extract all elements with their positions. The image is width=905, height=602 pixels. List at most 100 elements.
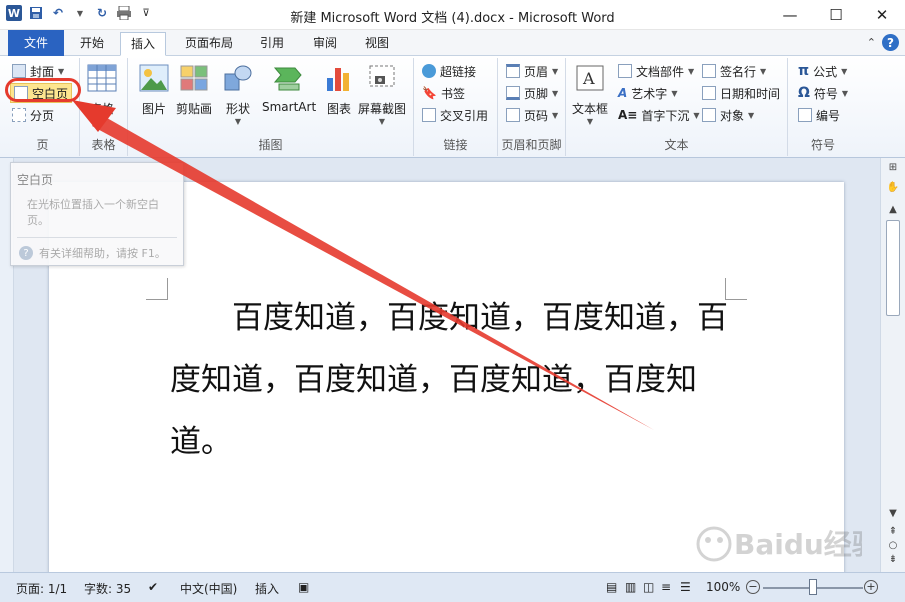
- cross-reference-button[interactable]: 交叉引用: [422, 105, 488, 125]
- group-label-tables: 表格: [91, 138, 116, 152]
- crop-mark-top-left: [146, 278, 168, 300]
- word-count[interactable]: 字数: 35: [84, 580, 131, 597]
- textbox-button[interactable]: A 文本框 ▼: [572, 62, 608, 126]
- shapes-button[interactable]: 形状 ▼: [222, 62, 254, 126]
- page-number-button[interactable]: 页码 ▼: [506, 105, 558, 125]
- collapse-ribbon-icon[interactable]: ⌃: [867, 36, 876, 49]
- ribbon-tabs: 文件 开始 插入 页面布局 引用 审阅 视图 ⌃ ?: [0, 30, 905, 56]
- blank-page-tooltip: 空白页 在光标位置插入一个新空白页。 ? 有关详细帮助，请按 F1。: [10, 162, 184, 266]
- tab-view[interactable]: 视图: [355, 32, 399, 56]
- scrollbar-thumb[interactable]: [886, 220, 900, 316]
- zoom-level[interactable]: 100%: [706, 580, 740, 594]
- numbering-icon: [798, 108, 812, 122]
- equation-button[interactable]: π 公式 ▼: [798, 61, 847, 81]
- chevron-down-icon: ▼: [586, 117, 594, 126]
- language-indicator[interactable]: 中文(中国): [180, 580, 237, 597]
- tab-home[interactable]: 开始: [70, 32, 114, 56]
- chevron-down-icon: ▼: [552, 66, 559, 76]
- footer-icon: [506, 86, 520, 100]
- dropcap-button[interactable]: A≡ 首字下沉 ▼: [618, 105, 700, 125]
- screenshot-button[interactable]: 屏幕截图 ▼: [358, 62, 406, 126]
- pi-icon: π: [798, 63, 810, 79]
- group-label-text: 文本: [664, 138, 689, 152]
- group-illustrations: 图片 剪贴画 形状 ▼ SmartArt 图表 屏幕截图 ▼ 插图: [128, 58, 414, 156]
- zoom-slider-handle[interactable]: [809, 579, 817, 595]
- group-links: 超链接 🔖 书签 交叉引用 链接: [414, 58, 498, 156]
- numbering-button[interactable]: 编号: [798, 105, 840, 125]
- object-button[interactable]: 对象 ▼: [702, 105, 754, 125]
- web-layout-icon[interactable]: ◫: [643, 580, 654, 594]
- chart-button[interactable]: 图表: [323, 62, 355, 117]
- screenshot-icon: [366, 62, 398, 94]
- tab-file[interactable]: 文件: [8, 30, 64, 56]
- clipart-button[interactable]: 剪贴画: [176, 62, 212, 117]
- next-page-icon[interactable]: ⇟: [885, 554, 901, 565]
- shapes-icon: [222, 62, 254, 94]
- cover-page-button[interactable]: 封面 ▼: [12, 61, 64, 81]
- macro-record-icon[interactable]: ▣: [298, 580, 309, 594]
- hand-icon[interactable]: ✋: [885, 182, 901, 193]
- cover-page-icon: [12, 64, 26, 78]
- tab-page-layout[interactable]: 页面布局: [175, 32, 243, 56]
- maximize-button[interactable]: ☐: [813, 0, 859, 30]
- table-icon: [86, 62, 118, 94]
- page-number-icon: [506, 108, 520, 122]
- table-button[interactable]: 表格 ▼: [86, 62, 118, 126]
- insert-mode-indicator[interactable]: 插入: [255, 580, 279, 597]
- browse-object-icon[interactable]: ○: [885, 540, 901, 551]
- zoom-in-icon[interactable]: +: [864, 580, 878, 594]
- ruler-toggle-icon[interactable]: ⊞: [885, 162, 901, 173]
- tab-insert[interactable]: 插入: [120, 32, 167, 56]
- help-icon[interactable]: ?: [882, 34, 899, 51]
- date-time-button[interactable]: 日期和时间: [702, 83, 780, 103]
- group-pages: 封面 ▼ 空白页 分页 页: [6, 58, 80, 156]
- scroll-down-arrow-icon[interactable]: ▼: [885, 508, 901, 519]
- print-layout-view-icon[interactable]: ▤: [606, 580, 617, 594]
- quick-parts-button[interactable]: 文档部件 ▼: [618, 61, 694, 81]
- chevron-down-icon: ▼: [760, 66, 767, 76]
- tooltip-help: ? 有关详细帮助，请按 F1。: [19, 245, 166, 261]
- header-icon: [506, 64, 520, 78]
- symbol-button[interactable]: Ω 符号 ▼: [798, 83, 848, 103]
- document-body-text[interactable]: 百度知道，百度知道，百度知道，百度知道，百度知道，百度知道，百度知道。: [170, 287, 730, 473]
- outline-view-icon[interactable]: ≡: [661, 580, 671, 594]
- blank-page-button[interactable]: 空白页: [10, 83, 73, 103]
- quick-parts-icon: [618, 64, 632, 78]
- clipart-icon: [178, 62, 210, 94]
- tab-references[interactable]: 引用: [250, 32, 294, 56]
- page-count[interactable]: 页面: 1/1: [16, 580, 67, 597]
- chevron-down-icon: ▼: [378, 117, 386, 126]
- wordart-button[interactable]: A 艺术字 ▼: [618, 83, 677, 103]
- tooltip-divider: [17, 237, 177, 238]
- group-label-links: 链接: [443, 138, 468, 152]
- group-symbols: π 公式 ▼ Ω 符号 ▼ 编号 符号: [788, 58, 858, 156]
- globe-link-icon: [422, 64, 436, 78]
- previous-page-icon[interactable]: ⇞: [885, 526, 901, 537]
- zoom-out-icon[interactable]: −: [746, 580, 760, 594]
- minimize-button[interactable]: —: [767, 0, 813, 30]
- tooltip-description: 在光标位置插入一个新空白页。: [27, 198, 159, 227]
- page-break-button[interactable]: 分页: [12, 105, 54, 125]
- full-screen-reading-icon[interactable]: ▥: [625, 580, 636, 594]
- smartart-icon: [273, 62, 305, 94]
- picture-button[interactable]: 图片: [138, 62, 170, 117]
- chevron-down-icon: ▼: [841, 88, 849, 98]
- header-button[interactable]: 页眉 ▼: [506, 61, 558, 81]
- tab-review[interactable]: 审阅: [303, 32, 347, 56]
- chevron-down-icon: ▼: [552, 110, 559, 120]
- title-bar: W ↶ ▼ ↻ ⊽ 新建 Microsoft Word 文档 (4).docx …: [0, 0, 905, 30]
- smartart-button[interactable]: SmartArt: [262, 62, 316, 114]
- scroll-up-arrow-icon[interactable]: ▲: [885, 204, 901, 215]
- close-button[interactable]: ✕: [859, 0, 905, 30]
- hyperlink-button[interactable]: 超链接: [422, 61, 476, 81]
- chevron-down-icon: ▼: [234, 117, 242, 126]
- signature-line-button[interactable]: 签名行 ▼: [702, 61, 766, 81]
- proofing-icon[interactable]: ✔: [148, 580, 158, 594]
- draft-view-icon[interactable]: ☰: [680, 580, 691, 594]
- page-break-icon: [12, 108, 26, 122]
- bookmark-button[interactable]: 🔖 书签: [422, 83, 465, 103]
- svg-text:A: A: [582, 69, 595, 88]
- help-icon: ?: [19, 246, 33, 260]
- footer-button[interactable]: 页脚 ▼: [506, 83, 558, 103]
- vertical-scrollbar[interactable]: ⊞ ✋ ▲ ▼ ⇞ ○ ⇟: [880, 158, 905, 572]
